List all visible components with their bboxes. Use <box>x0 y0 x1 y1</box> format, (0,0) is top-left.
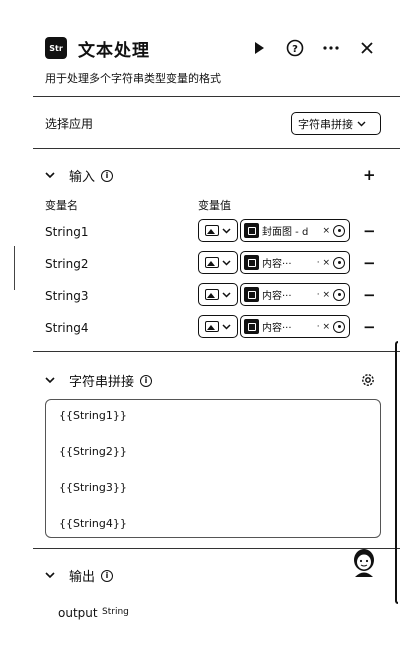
template-line: {{String2}} <box>59 445 127 458</box>
concat-section-title: 字符串拼接 <box>69 375 135 390</box>
svg-text:?: ? <box>292 44 298 55</box>
image-icon <box>205 289 219 300</box>
remove-variable-button[interactable]: − <box>363 254 376 272</box>
info-icon: i <box>140 374 153 387</box>
clear-icon[interactable]: × <box>322 226 330 236</box>
reference-icon <box>244 255 259 270</box>
variable-value-field[interactable]: 内容··· · × <box>240 251 350 274</box>
app-logo: Str <box>45 37 67 59</box>
info-icon: i <box>101 569 114 582</box>
target-icon[interactable] <box>333 224 345 237</box>
play-icon[interactable] <box>248 37 270 59</box>
variable-name: String3 <box>45 289 89 303</box>
col-header-name: 变量名 <box>45 199 78 212</box>
chevron-down-icon <box>222 259 231 266</box>
more-icon[interactable] <box>320 37 342 59</box>
variable-name: String2 <box>45 257 89 271</box>
reference-icon <box>244 223 259 238</box>
variable-name: String4 <box>45 321 89 335</box>
page-title: 文本处理 <box>78 41 150 61</box>
template-line: {{String3}} <box>59 481 127 494</box>
template-line: {{String4}} <box>59 517 127 530</box>
chevron-down-icon <box>45 572 55 579</box>
input-section-title: 输入 <box>69 170 96 185</box>
image-icon <box>205 321 219 332</box>
chevron-down-icon <box>222 227 231 234</box>
chevron-down-icon <box>45 172 55 179</box>
variable-type-select[interactable] <box>198 251 238 274</box>
col-header-value: 变量值 <box>198 199 231 212</box>
divider <box>33 548 400 549</box>
variable-value-text: 内容··· <box>262 259 292 270</box>
variable-value-text: 封面图 - d <box>262 227 309 238</box>
target-icon[interactable] <box>333 256 345 269</box>
variable-type-select[interactable] <box>198 315 238 338</box>
remove-variable-button[interactable]: − <box>363 286 376 304</box>
settings-icon[interactable] <box>361 372 375 391</box>
variable-name: String1 <box>45 225 89 239</box>
output-section-title: 输出 <box>69 570 96 585</box>
output-variable-type: String <box>102 607 129 617</box>
variable-value-field[interactable]: 内容··· · × <box>240 315 350 338</box>
info-icon: i <box>101 169 114 182</box>
divider <box>33 96 400 97</box>
target-icon[interactable] <box>333 288 345 301</box>
chevron-down-icon <box>222 291 231 298</box>
variable-type-select[interactable] <box>198 219 238 242</box>
input-section-header[interactable]: 输入 i <box>45 166 114 185</box>
close-icon[interactable] <box>356 37 378 59</box>
template-line: {{String1}} <box>59 409 127 422</box>
chevron-down-icon <box>45 377 55 384</box>
add-variable-button[interactable]: + <box>363 166 376 184</box>
variable-value-field[interactable]: 内容··· · × <box>240 283 350 306</box>
variable-value-field[interactable]: 封面图 - d × <box>240 219 350 242</box>
reference-icon <box>244 287 259 302</box>
select-app-label: 选择应用 <box>45 117 94 131</box>
variable-type-select[interactable] <box>198 283 238 306</box>
scrollbar[interactable] <box>395 341 398 604</box>
chevron-down-icon <box>357 121 366 126</box>
image-icon <box>205 225 219 236</box>
clear-icon[interactable]: · × <box>317 322 330 332</box>
divider <box>33 351 400 352</box>
panel-edge-mark <box>14 246 15 290</box>
page-subtitle: 用于处理多个字符串类型变量的格式 <box>45 72 221 85</box>
output-variable-name: output <box>58 606 98 620</box>
output-section-header[interactable]: 输出 i <box>45 566 114 585</box>
image-icon <box>205 257 219 268</box>
app-select[interactable]: 字符串拼接 <box>291 112 381 135</box>
variable-value-text: 内容··· <box>262 323 292 334</box>
target-icon[interactable] <box>333 320 345 333</box>
variable-value-text: 内容··· <box>262 291 292 302</box>
clear-icon[interactable]: · × <box>317 290 330 300</box>
remove-variable-button[interactable]: − <box>363 222 376 240</box>
divider <box>33 148 400 149</box>
assistant-avatar[interactable] <box>351 548 377 578</box>
help-icon[interactable]: ? <box>284 37 306 59</box>
clear-icon[interactable]: · × <box>317 258 330 268</box>
chevron-down-icon <box>222 323 231 330</box>
concat-section-header[interactable]: 字符串拼接 i <box>45 371 153 390</box>
app-select-value: 字符串拼接 <box>298 117 353 131</box>
remove-variable-button[interactable]: − <box>363 318 376 336</box>
reference-icon <box>244 319 259 334</box>
